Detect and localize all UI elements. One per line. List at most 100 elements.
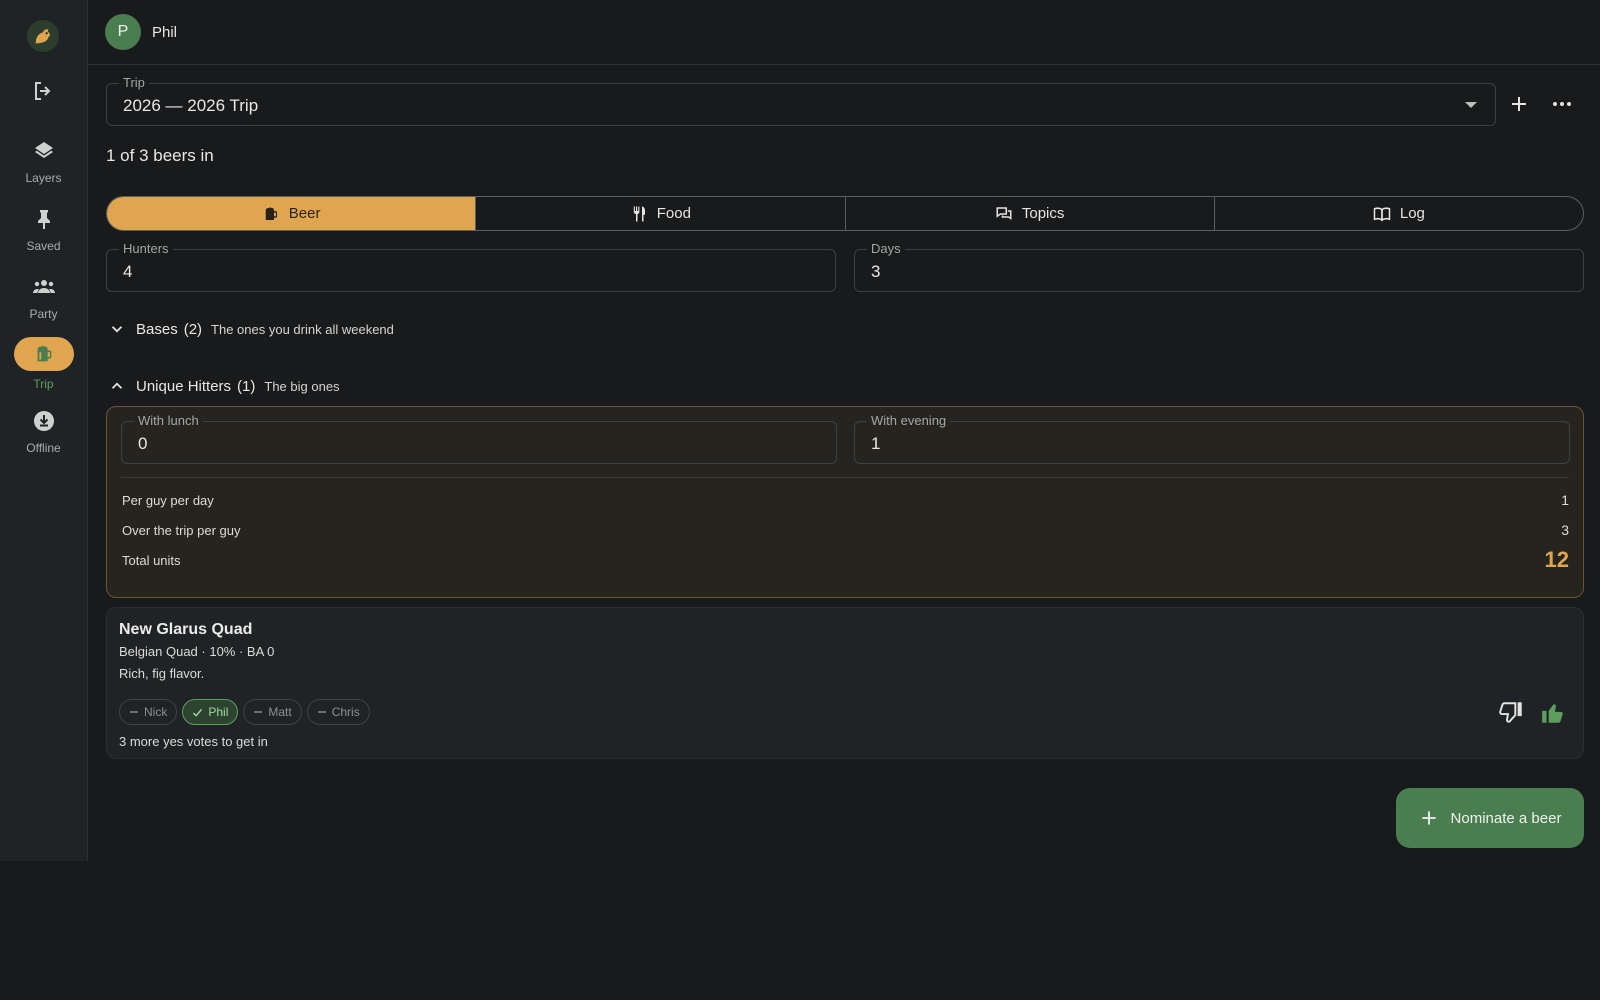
tab-food[interactable]: Food bbox=[476, 197, 846, 230]
divider bbox=[121, 477, 1569, 478]
trip-select-label: Trip bbox=[119, 76, 149, 90]
group-subtitle: The big ones bbox=[264, 378, 340, 394]
logout-icon bbox=[35, 82, 51, 100]
nominate-beer-button[interactable]: Nominate a beer bbox=[1396, 788, 1584, 848]
beer-description: Rich, fig flavor. bbox=[119, 666, 205, 681]
vote-chips: Nick Phil Matt Chris bbox=[119, 699, 370, 725]
beer-meta: Belgian Quad · 10% · BA 0 bbox=[119, 644, 275, 659]
chevron-down-icon bbox=[111, 326, 123, 333]
hunters-label: Hunters bbox=[119, 242, 173, 256]
add-trip-button[interactable] bbox=[1507, 92, 1531, 116]
group-title: Bases bbox=[136, 320, 178, 338]
chip-label: Nick bbox=[144, 705, 168, 719]
dash-icon bbox=[317, 711, 326, 713]
per-guy-per-day-row: Per guy per day 1 bbox=[122, 492, 1569, 508]
nav-item-label: Offline bbox=[26, 441, 61, 455]
dropdown-caret-icon bbox=[1465, 102, 1477, 108]
total-units-row: Total units 12 bbox=[122, 547, 1569, 573]
category-tabs: Beer Food Topics Log bbox=[106, 196, 1584, 231]
nav-rail: Layers Saved Party Trip Offline bbox=[0, 0, 88, 861]
vote-chip-matt[interactable]: Matt bbox=[243, 699, 302, 725]
over-trip-row: Over the trip per guy 3 bbox=[122, 522, 1569, 538]
pin-icon bbox=[37, 210, 50, 229]
vote-no-button[interactable] bbox=[1498, 700, 1524, 726]
row-label: Over the trip per guy bbox=[122, 522, 241, 538]
download-icon bbox=[33, 411, 54, 431]
nav-item-saved[interactable]: Saved bbox=[0, 207, 87, 253]
layers-icon bbox=[34, 142, 53, 158]
chevron-up-icon bbox=[111, 382, 123, 389]
votes-needed-text: 3 more yes votes to get in bbox=[119, 734, 268, 749]
with-evening-value: 1 bbox=[871, 434, 881, 453]
total-units-value: 12 bbox=[1544, 547, 1569, 572]
more-horizontal-icon bbox=[1553, 102, 1571, 106]
with-evening-label: With evening bbox=[867, 414, 951, 428]
row-value: 1 bbox=[1561, 492, 1569, 508]
group-icon bbox=[32, 280, 55, 293]
vote-chip-nick[interactable]: Nick bbox=[119, 699, 178, 725]
dash-icon bbox=[254, 711, 263, 713]
group-subtitle: The ones you drink all weekend bbox=[211, 321, 394, 337]
vote-chip-phil[interactable]: Phil bbox=[182, 699, 239, 725]
row-label: Per guy per day bbox=[122, 492, 214, 508]
tab-log[interactable]: Log bbox=[1215, 197, 1583, 230]
vote-yes-button[interactable] bbox=[1540, 700, 1566, 726]
fab-label: Nominate a beer bbox=[1450, 809, 1562, 827]
nav-item-label: Saved bbox=[26, 239, 61, 253]
bases-group-header[interactable]: Bases (2) The ones you drink all weekend bbox=[108, 320, 394, 338]
days-label: Days bbox=[867, 242, 905, 256]
row-label: Total units bbox=[122, 552, 181, 568]
hunters-value: 4 bbox=[123, 262, 133, 281]
chip-label: Matt bbox=[268, 705, 292, 719]
utensils-icon bbox=[633, 206, 645, 221]
beer-card[interactable]: New Glarus Quad Belgian Quad · 10% · BA … bbox=[106, 607, 1584, 759]
unique-hitters-panel: With lunch 0 With evening 1 Per guy per … bbox=[106, 406, 1584, 598]
top-bar: P Phil bbox=[88, 0, 1600, 65]
app-logo[interactable] bbox=[27, 20, 59, 52]
chip-label: Phil bbox=[208, 705, 229, 719]
tab-beer[interactable]: Beer bbox=[107, 197, 477, 230]
nav-item-label: Trip bbox=[33, 377, 54, 391]
beer-mug-icon bbox=[265, 206, 277, 220]
with-lunch-value: 0 bbox=[138, 434, 148, 453]
logout-button[interactable] bbox=[31, 79, 55, 103]
nav-item-label: Party bbox=[29, 307, 58, 321]
beer-mug-icon bbox=[37, 345, 51, 362]
nav-item-label: Layers bbox=[25, 171, 62, 185]
group-title: Unique Hitters bbox=[136, 377, 232, 395]
vote-chip-chris[interactable]: Chris bbox=[306, 699, 370, 725]
trip-select-value: 2026 — 2026 Trip bbox=[123, 96, 259, 115]
nav-item-party[interactable]: Party bbox=[0, 275, 87, 321]
hunters-field[interactable]: Hunters 4 bbox=[106, 242, 836, 292]
book-icon bbox=[1373, 207, 1391, 221]
tab-topics[interactable]: Topics bbox=[846, 197, 1215, 230]
chat-icon bbox=[996, 206, 1012, 220]
plus-icon bbox=[1512, 97, 1526, 111]
group-count: (2) bbox=[183, 320, 203, 338]
user-name: Phil bbox=[152, 23, 178, 41]
tab-label: Beer bbox=[288, 205, 321, 222]
tab-label: Food bbox=[656, 205, 691, 222]
nav-item-layers[interactable]: Layers bbox=[0, 139, 87, 185]
days-value: 3 bbox=[871, 262, 881, 281]
unique-hitters-group-header[interactable]: Unique Hitters (1) The big ones bbox=[108, 377, 340, 395]
trip-more-button[interactable] bbox=[1550, 92, 1574, 116]
tab-label: Topics bbox=[1021, 205, 1065, 222]
with-lunch-label: With lunch bbox=[134, 414, 203, 428]
days-field[interactable]: Days 3 bbox=[854, 242, 1584, 292]
app-logo-icon bbox=[35, 29, 50, 44]
plus-icon bbox=[1421, 811, 1436, 825]
avatar[interactable]: P bbox=[105, 14, 141, 50]
nav-item-trip[interactable]: Trip bbox=[0, 337, 87, 391]
group-count: (1) bbox=[237, 377, 256, 395]
chip-label: Chris bbox=[331, 705, 360, 719]
trip-select[interactable]: Trip 2026 — 2026 Trip bbox=[106, 76, 1496, 126]
beers-in-status: 1 of 3 beers in bbox=[106, 146, 214, 165]
with-evening-field[interactable]: With evening 1 bbox=[854, 414, 1570, 464]
with-lunch-field[interactable]: With lunch 0 bbox=[121, 414, 837, 464]
tab-label: Log bbox=[1399, 205, 1425, 222]
thumbs-up-icon bbox=[1542, 704, 1563, 723]
dash-icon bbox=[130, 711, 138, 713]
check-icon bbox=[193, 708, 203, 717]
nav-item-offline[interactable]: Offline bbox=[0, 409, 87, 455]
